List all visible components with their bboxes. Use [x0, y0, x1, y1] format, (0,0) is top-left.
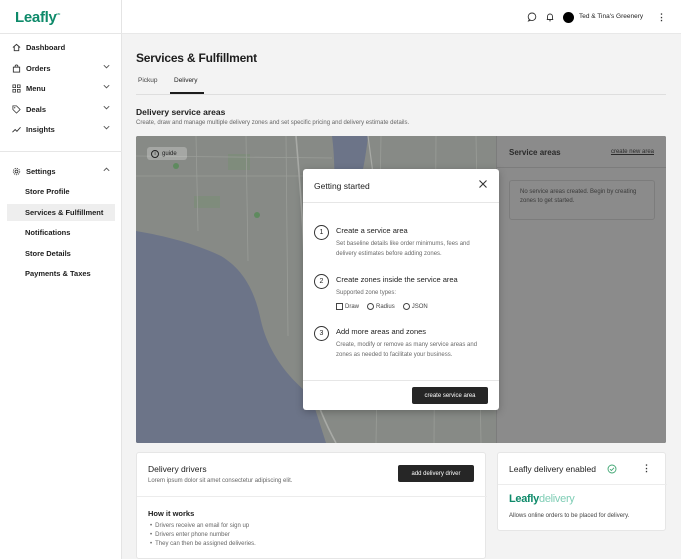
sidebar-subitem-store-profile[interactable]: Store Profile — [7, 183, 115, 200]
more-vertical-icon[interactable]: ⋮ — [642, 463, 651, 474]
chevron-down-icon[interactable] — [102, 62, 111, 71]
sidebar-item-label: Dashboard — [26, 42, 66, 52]
chevron-down-icon[interactable] — [102, 82, 111, 91]
divider — [303, 380, 499, 381]
radius-icon — [367, 303, 375, 310]
sidebar-item-label: Orders — [26, 63, 51, 73]
gear-icon — [11, 166, 22, 177]
chevron-down-icon[interactable] — [102, 103, 111, 112]
list-item: Drivers receive an email for sign up — [150, 522, 256, 531]
chevron-up-icon[interactable] — [102, 165, 111, 174]
sidebar: Leaflyᴿᴹ Dashboard Orders Menu Deals Ins… — [0, 0, 122, 559]
list-item: They can then be assigned deliveries. — [150, 540, 256, 549]
step-title: Create zones inside the service area — [336, 275, 458, 284]
step-description: Supported zone types: — [336, 290, 397, 296]
guide-label: guide — [162, 150, 177, 157]
sidebar-item-label: Settings — [26, 166, 56, 176]
chat-icon[interactable] — [527, 12, 537, 22]
sidebar-subitem-services-fulfillment[interactable]: Services & Fulfillment — [7, 204, 115, 221]
card-description: Allows online orders to be placed for de… — [509, 513, 630, 519]
json-icon — [402, 303, 410, 310]
bag-icon — [11, 63, 22, 74]
sidebar-item-insights[interactable]: Insights — [0, 119, 122, 139]
service-areas-empty-state: No service areas created. Begin by creat… — [509, 180, 655, 220]
divider — [0, 151, 122, 152]
card-title: Leafly delivery enabled — [509, 464, 596, 474]
avatar[interactable] — [563, 12, 574, 23]
sidebar-item-dashboard[interactable]: Dashboard — [0, 37, 122, 57]
tab-pickup[interactable]: Pickup — [138, 77, 158, 84]
how-it-works-title: How it works — [148, 509, 195, 518]
section-title: Delivery service areas — [136, 107, 226, 117]
check-circle-icon — [607, 464, 617, 474]
leafly-logo[interactable]: Leaflyᴿᴹ — [15, 9, 60, 26]
step-title: Create a service area — [336, 226, 408, 235]
zone-type-radius: Radius — [367, 303, 395, 310]
divider — [303, 202, 499, 203]
service-areas-title: Service areas — [509, 148, 561, 157]
grid-icon — [11, 83, 22, 94]
add-delivery-driver-button[interactable]: add delivery driver — [398, 465, 474, 482]
divider — [498, 484, 667, 485]
sidebar-item-settings[interactable]: Settings — [0, 161, 122, 181]
step-number: 3 — [314, 326, 329, 341]
card-title: Delivery drivers — [148, 464, 207, 474]
tab-divider — [136, 94, 666, 95]
divider — [137, 496, 487, 497]
sidebar-item-label: Menu — [26, 83, 46, 93]
square-icon — [336, 303, 343, 310]
bell-icon[interactable] — [545, 12, 555, 22]
step-description: Create, modify or remove as many service… — [336, 342, 478, 358]
list-item: Drivers enter phone number — [150, 531, 256, 540]
sidebar-subitem-payments-taxes[interactable]: Payments & Taxes — [7, 265, 115, 282]
divider — [497, 167, 666, 168]
step-description: Set baseline details like order minimums… — [336, 241, 470, 257]
create-service-area-button[interactable]: create service area — [412, 387, 488, 404]
close-icon[interactable] — [478, 179, 488, 189]
sidebar-item-menu[interactable]: Menu — [0, 78, 122, 98]
more-vertical-icon[interactable]: ⋮ — [657, 12, 666, 23]
step-title: Add more areas and zones — [336, 327, 427, 336]
tag-icon — [11, 104, 22, 115]
trend-icon — [11, 124, 22, 135]
sidebar-subitem-notifications[interactable]: Notifications — [7, 224, 115, 241]
sidebar-item-orders[interactable]: Orders — [0, 58, 122, 78]
how-it-works-list: Drivers receive an email for sign up Dri… — [150, 522, 256, 549]
store-name[interactable]: Ted & Tina's Greenery — [579, 13, 643, 20]
divider — [0, 33, 122, 34]
info-icon: i — [151, 149, 159, 158]
tab-delivery[interactable]: Delivery — [174, 77, 197, 84]
section-subtitle: Create, draw and manage multiple deliver… — [136, 120, 410, 126]
home-icon — [11, 42, 22, 53]
chevron-down-icon[interactable] — [102, 123, 111, 132]
zone-type-json: JSON — [402, 303, 428, 310]
getting-started-modal: Getting started 1 Create a service area … — [303, 169, 499, 410]
zone-type-draw: Draw — [336, 303, 359, 310]
sidebar-subitem-store-details[interactable]: Store Details — [7, 245, 115, 262]
create-new-area-link[interactable]: create new area — [611, 149, 654, 155]
delivery-drivers-card: Delivery drivers Lorem ipsum dolor sit a… — [136, 452, 487, 559]
top-bar: Ted & Tina's Greenery ⋮ — [122, 0, 681, 34]
page-title: Services & Fulfillment — [136, 51, 257, 65]
step-number: 1 — [314, 225, 329, 240]
service-areas-pane: Service areas create new area No service… — [496, 136, 666, 443]
guide-button[interactable]: i guide — [147, 147, 187, 160]
zone-types: Draw Radius JSON — [336, 303, 428, 310]
sidebar-item-label: Deals — [26, 104, 47, 114]
leafly-delivery-logo: Leaflydelivery — [509, 493, 575, 505]
step-number: 2 — [314, 274, 329, 289]
sidebar-item-deals[interactable]: Deals — [0, 99, 122, 119]
sidebar-item-label: Insights — [26, 124, 55, 134]
modal-title: Getting started — [314, 181, 370, 191]
leafly-delivery-card: Leafly delivery enabled ⋮ Leaflydelivery… — [497, 452, 667, 531]
card-subtitle: Lorem ipsum dolor sit amet consectetur a… — [148, 478, 293, 484]
